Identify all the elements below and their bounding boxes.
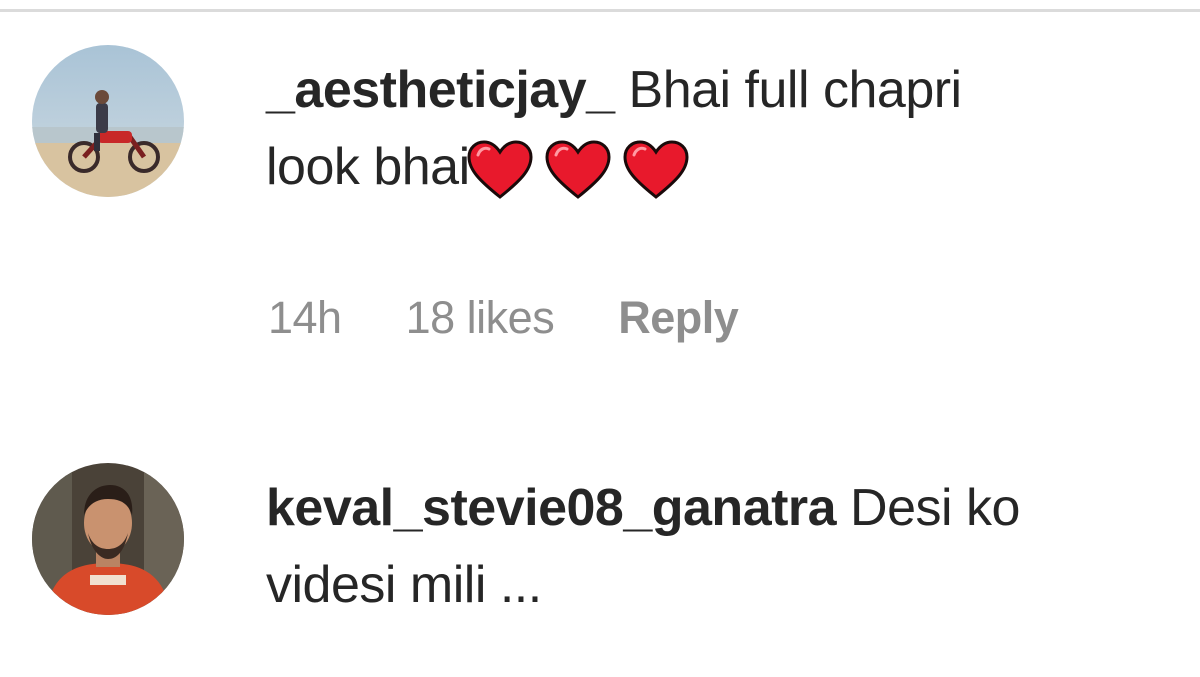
top-divider — [0, 9, 1200, 12]
comment-username[interactable]: _aestheticjay_ — [266, 61, 615, 119]
man-red-shirt-avatar-icon — [32, 463, 184, 615]
comment-text-continued: look bhai — [266, 138, 470, 196]
comment-text: Desi ko — [850, 479, 1020, 537]
comment-text: Bhai full chapri — [628, 61, 963, 119]
comment-meta: 14h 18 likes Reply — [268, 288, 790, 348]
red-heart-icon — [466, 139, 534, 201]
red-heart-icon — [544, 139, 612, 201]
comment-text-continued[interactable]: videsi mili ... — [266, 556, 542, 614]
comment-time[interactable]: 14h — [268, 292, 342, 343]
comment-username[interactable]: keval_stevie08_ganatra — [266, 479, 837, 537]
avatar[interactable] — [32, 463, 184, 615]
red-heart-icon — [622, 139, 690, 201]
avatar[interactable] — [32, 45, 184, 197]
reply-button[interactable]: Reply — [618, 292, 739, 343]
comment-likes[interactable]: 18 likes — [406, 292, 555, 343]
motorcycle-beach-avatar-icon — [32, 45, 184, 197]
